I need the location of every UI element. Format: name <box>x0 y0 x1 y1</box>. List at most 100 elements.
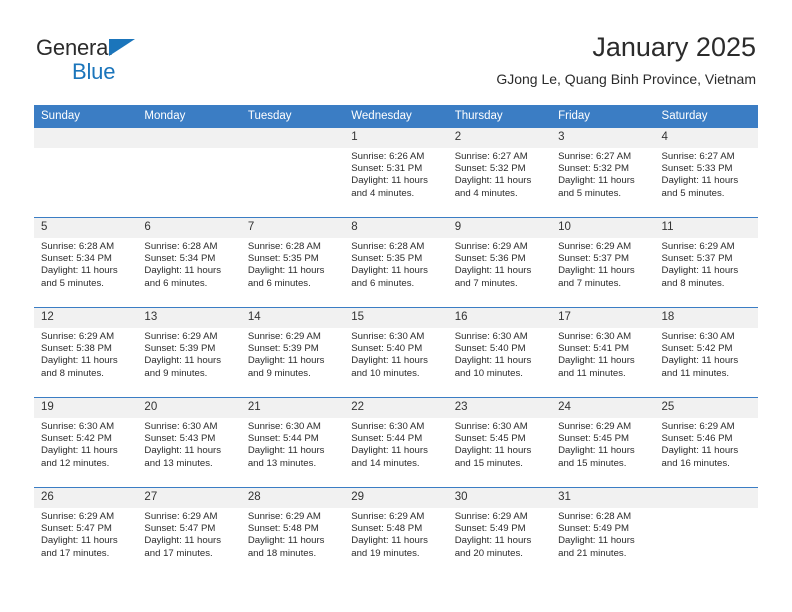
daylight-text-line2: and 8 minutes. <box>661 277 725 289</box>
calendar-day-cell[interactable]: 20 Sunrise: 6:30 AM Sunset: 5:43 PM Dayligh… <box>137 397 241 488</box>
daylight-text-line1: Daylight: 11 hours <box>41 265 118 277</box>
day-number: 24 <box>551 398 655 418</box>
sunrise-text: Sunrise: 6:29 AM <box>454 511 528 522</box>
calendar-week-row: 19 Sunrise: 6:30 AM Sunset: 5:42 PM Dayligh… <box>34 397 758 488</box>
calendar-day-cell[interactable]: 19 Sunrise: 6:30 AM Sunset: 5:42 PM Dayligh… <box>34 397 138 488</box>
calendar-day-cell[interactable]: 12 Sunrise: 6:29 AM Sunset: 5:38 PM Dayligh… <box>34 307 138 398</box>
calendar-day-cell[interactable]: 1 Sunrise: 6:26 AM Sunset: 5:31 PM Daylight… <box>344 127 448 218</box>
day-number: 6 <box>137 218 241 238</box>
sunset-text: Sunset: 5:37 PM <box>661 253 733 265</box>
day-details: Sunrise: 6:27 AM Sunset: 5:33 PM Daylight:… <box>655 148 758 200</box>
daylight-text-line1: Daylight: 11 hours <box>144 535 222 547</box>
calendar-day-cell[interactable]: 18 Sunrise: 6:30 AM Sunset: 5:42 PM Dayligh… <box>654 307 758 398</box>
sunrise-text: Sunrise: 6:29 AM <box>454 241 528 252</box>
day-details: Sunrise: 6:30 AM Sunset: 5:44 PM Daylight:… <box>344 418 447 470</box>
sunrise-text: Sunrise: 6:30 AM <box>454 421 528 432</box>
calendar-day-cell[interactable]: 27 Sunrise: 6:29 AM Sunset: 5:47 PM Dayligh… <box>137 487 241 578</box>
sunrise-text: Sunrise: 6:30 AM <box>144 421 218 432</box>
calendar-day-cell[interactable]: 21 Sunrise: 6:30 AM Sunset: 5:44 PM Dayligh… <box>240 397 345 488</box>
calendar-day-cell[interactable]: 17 Sunrise: 6:30 AM Sunset: 5:41 PM Dayligh… <box>551 307 655 398</box>
sunrise-text: Sunrise: 6:27 AM <box>558 151 632 162</box>
calendar-day-cell[interactable]: 16 Sunrise: 6:30 AM Sunset: 5:40 PM Dayligh… <box>447 307 552 398</box>
day-number: 5 <box>34 218 138 238</box>
day-details: Sunrise: 6:29 AM Sunset: 5:38 PM Daylight:… <box>34 328 137 380</box>
day-number: 7 <box>240 218 345 238</box>
weekday-sunday: Sunday <box>34 105 138 128</box>
daylight-text-line1: Daylight: 11 hours <box>247 265 325 277</box>
calendar-day-cell[interactable]: 13 Sunrise: 6:29 AM Sunset: 5:39 PM Dayligh… <box>137 307 241 398</box>
sunrise-text: Sunrise: 6:28 AM <box>41 241 115 252</box>
calendar-day-cell[interactable]: 29 Sunrise: 6:29 AM Sunset: 5:48 PM Dayligh… <box>344 487 448 578</box>
calendar-day-cell[interactable]: 3 Sunrise: 6:27 AM Sunset: 5:32 PM Daylight… <box>551 127 655 218</box>
sunset-text: Sunset: 5:34 PM <box>41 253 112 265</box>
daylight-text-line2: and 21 minutes. <box>558 547 627 559</box>
calendar-day-cell[interactable]: 22 Sunrise: 6:30 AM Sunset: 5:44 PM Dayligh… <box>344 397 448 488</box>
day-number: 29 <box>344 488 448 508</box>
sunrise-text: Sunrise: 6:27 AM <box>454 151 528 162</box>
sunrise-text: Sunrise: 6:30 AM <box>454 331 528 342</box>
calendar-day-cell[interactable]: 10 Sunrise: 6:29 AM Sunset: 5:37 PM Dayligh… <box>551 217 655 308</box>
sunset-text: Sunset: 5:45 PM <box>454 433 526 445</box>
sunset-text: Sunset: 5:39 PM <box>247 343 319 355</box>
sunset-text: Sunset: 5:38 PM <box>41 343 112 355</box>
daylight-text-line2: and 10 minutes. <box>351 367 420 379</box>
day-details: Sunrise: 6:29 AM Sunset: 5:48 PM Daylight:… <box>241 508 344 560</box>
calendar-day-cell[interactable]: 2 Sunrise: 6:27 AM Sunset: 5:32 PM Daylight… <box>447 127 552 218</box>
calendar-day-cell[interactable]: 11 Sunrise: 6:29 AM Sunset: 5:37 PM Dayligh… <box>654 217 758 308</box>
sunrise-text: Sunrise: 6:29 AM <box>558 241 632 252</box>
calendar-day-cell[interactable]: 9 Sunrise: 6:29 AM Sunset: 5:36 PM Daylight… <box>447 217 552 308</box>
sunrise-text: Sunrise: 6:30 AM <box>351 331 425 342</box>
day-details: Sunrise: 6:29 AM Sunset: 5:37 PM Daylight:… <box>551 238 654 290</box>
calendar-day-cell[interactable]: 25 Sunrise: 6:29 AM Sunset: 5:46 PM Dayligh… <box>654 397 758 488</box>
weekday-saturday: Saturday <box>654 105 758 128</box>
daylight-text-line2: and 20 minutes. <box>454 547 523 559</box>
calendar-day-cell[interactable]: 6 Sunrise: 6:28 AM Sunset: 5:34 PM Daylight… <box>137 217 241 308</box>
sunset-text: Sunset: 5:32 PM <box>558 163 630 175</box>
day-number: 12 <box>34 308 138 328</box>
day-number: 2 <box>447 128 552 148</box>
day-details: Sunrise: 6:28 AM Sunset: 5:35 PM Daylight:… <box>241 238 344 290</box>
sunrise-text: Sunrise: 6:29 AM <box>41 331 115 342</box>
calendar-day-cell[interactable]: 7 Sunrise: 6:28 AM Sunset: 5:35 PM Daylight… <box>240 217 345 308</box>
calendar-day-cell[interactable]: 23 Sunrise: 6:30 AM Sunset: 5:45 PM Dayligh… <box>447 397 552 488</box>
day-details: Sunrise: 6:29 AM Sunset: 5:39 PM Daylight:… <box>137 328 240 380</box>
daylight-text-line1: Daylight: 11 hours <box>41 445 118 457</box>
calendar-day-cell-empty <box>654 487 758 578</box>
day-details: Sunrise: 6:30 AM Sunset: 5:45 PM Daylight:… <box>448 418 551 470</box>
sunrise-text: Sunrise: 6:30 AM <box>41 421 115 432</box>
sunset-text: Sunset: 5:39 PM <box>144 343 216 355</box>
calendar-day-cell[interactable]: 26 Sunrise: 6:29 AM Sunset: 5:47 PM Dayligh… <box>34 487 138 578</box>
calendar-day-cell[interactable]: 15 Sunrise: 6:30 AM Sunset: 5:40 PM Dayligh… <box>344 307 448 398</box>
daylight-text-line1: Daylight: 11 hours <box>558 175 635 187</box>
calendar-body: 1 Sunrise: 6:26 AM Sunset: 5:31 PM Daylight… <box>34 127 758 578</box>
daylight-text-line1: Daylight: 11 hours <box>454 265 532 277</box>
sunset-text: Sunset: 5:48 PM <box>247 523 319 535</box>
sunset-text: Sunset: 5:35 PM <box>351 253 423 265</box>
day-number <box>240 128 345 148</box>
daylight-text-line1: Daylight: 11 hours <box>351 355 428 367</box>
calendar-day-cell[interactable]: 5 Sunrise: 6:28 AM Sunset: 5:34 PM Daylight… <box>34 217 138 308</box>
calendar-day-cell[interactable]: 28 Sunrise: 6:29 AM Sunset: 5:48 PM Dayligh… <box>240 487 345 578</box>
day-number: 26 <box>34 488 138 508</box>
calendar-day-cell-empty <box>34 127 138 218</box>
calendar-day-cell[interactable]: 4 Sunrise: 6:27 AM Sunset: 5:33 PM Daylight… <box>654 127 758 218</box>
daylight-text-line1: Daylight: 11 hours <box>144 355 222 367</box>
day-number: 25 <box>654 398 758 418</box>
day-details <box>34 148 137 151</box>
daylight-text-line1: Daylight: 11 hours <box>247 355 325 367</box>
daylight-text-line2: and 8 minutes. <box>41 367 104 379</box>
day-number <box>654 488 758 508</box>
daylight-text-line2: and 7 minutes. <box>558 277 622 289</box>
calendar-day-cell[interactable]: 31 Sunrise: 6:28 AM Sunset: 5:49 PM Dayligh… <box>551 487 655 578</box>
daylight-text-line1: Daylight: 11 hours <box>454 355 532 367</box>
calendar-day-cell[interactable]: 24 Sunrise: 6:29 AM Sunset: 5:45 PM Dayligh… <box>551 397 655 488</box>
calendar-day-cell[interactable]: 8 Sunrise: 6:28 AM Sunset: 5:35 PM Daylight… <box>344 217 448 308</box>
day-details: Sunrise: 6:29 AM Sunset: 5:45 PM Daylight:… <box>551 418 654 470</box>
day-details: Sunrise: 6:27 AM Sunset: 5:32 PM Daylight:… <box>551 148 654 200</box>
calendar-day-cell[interactable]: 14 Sunrise: 6:29 AM Sunset: 5:39 PM Dayligh… <box>240 307 345 398</box>
daylight-text-line1: Daylight: 11 hours <box>351 445 428 457</box>
day-number: 13 <box>137 308 241 328</box>
sunrise-text: Sunrise: 6:29 AM <box>144 511 218 522</box>
daylight-text-line1: Daylight: 11 hours <box>247 535 325 547</box>
calendar-day-cell[interactable]: 30 Sunrise: 6:29 AM Sunset: 5:49 PM Dayligh… <box>447 487 552 578</box>
